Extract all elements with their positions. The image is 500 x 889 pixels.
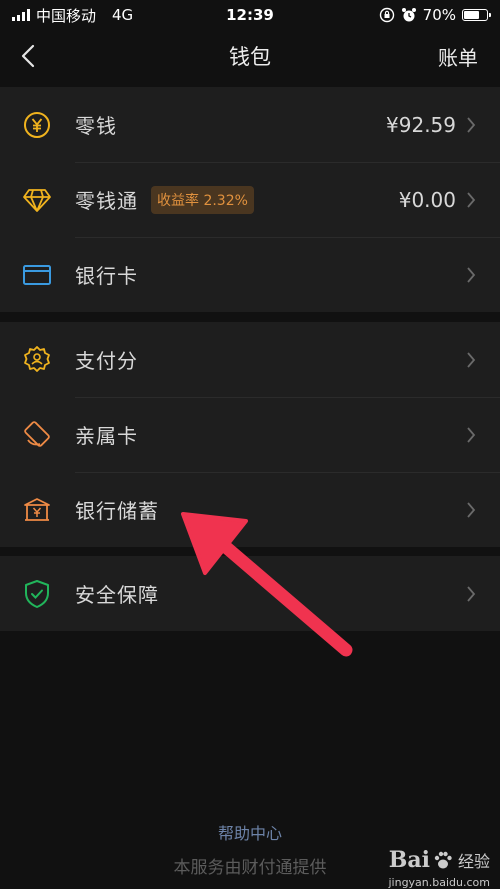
row-label: 银行卡: [75, 264, 138, 288]
row-label: 支付分: [75, 349, 138, 373]
card-icon: [22, 260, 52, 290]
row-bank-card[interactable]: 银行卡: [0, 237, 500, 312]
baidu-watermark: Bai 经验: [389, 847, 490, 873]
chevron-right-icon: [466, 500, 480, 520]
row-security[interactable]: 安全保障: [0, 556, 500, 631]
diamond-icon: [22, 185, 52, 215]
status-left: 中国移动 4G: [12, 5, 133, 26]
battery-fill: [464, 11, 480, 19]
nav-bar: 钱包 账单: [0, 30, 500, 82]
row-bank-savings[interactable]: 银行储蓄: [0, 472, 500, 547]
back-button[interactable]: [14, 42, 42, 70]
row-change-pass[interactable]: 零钱通 收益率 2.32% ¥0.00: [0, 162, 500, 237]
row-value: ¥92.59: [386, 112, 456, 137]
row-pay-score[interactable]: 支付分: [0, 322, 500, 397]
row-value: ¥0.00: [398, 187, 456, 212]
network-type: 4G: [112, 6, 134, 24]
row-label: 零钱通: [75, 189, 138, 213]
bank-savings-icon: [22, 495, 52, 525]
row-label: 亲属卡: [75, 424, 138, 448]
row-label: 安全保障: [75, 583, 159, 607]
paw-icon: [434, 851, 452, 869]
watermark-brand: Bai: [388, 847, 430, 873]
page-title: 钱包: [229, 45, 271, 69]
wallet-group-services: 支付分 亲属卡 银行储蓄: [0, 322, 500, 547]
status-bar: 中国移动 4G 12:39 70%: [0, 0, 500, 30]
chevron-right-icon: [466, 190, 480, 210]
row-label: 银行储蓄: [75, 499, 159, 523]
chevron-left-icon: [21, 44, 35, 68]
rotation-lock-icon: [379, 7, 394, 23]
family-card-icon: [22, 420, 52, 450]
status-right: 70%: [379, 6, 491, 24]
chevron-right-icon: [466, 115, 480, 135]
carrier-name: 中国移动: [36, 6, 97, 25]
yuan-coin-icon: [22, 110, 52, 140]
chevron-right-icon: [466, 265, 480, 285]
watermark-suffix: 经验: [457, 852, 490, 871]
battery-percent: 70%: [422, 6, 456, 24]
chevron-right-icon: [466, 350, 480, 370]
chevron-right-icon: [466, 425, 480, 445]
wallet-group-security: 安全保障: [0, 556, 500, 631]
row-label: 零钱: [75, 114, 117, 138]
row-change[interactable]: 零钱 ¥92.59: [0, 87, 500, 162]
signal-icon: [12, 9, 30, 21]
help-center-link[interactable]: 帮助中心: [0, 820, 500, 844]
battery-icon: [462, 9, 491, 21]
wallet-group-balance: 零钱 ¥92.59 零钱通 收益率 2.32% ¥0.00 银行卡: [0, 87, 500, 312]
row-family-card[interactable]: 亲属卡: [0, 397, 500, 472]
score-badge-icon: [22, 345, 52, 375]
bill-button[interactable]: 账单: [438, 42, 478, 71]
yield-badge: 收益率 2.32%: [151, 185, 254, 214]
chevron-right-icon: [466, 584, 480, 604]
shield-check-icon: [22, 579, 52, 609]
alarm-icon: [401, 8, 416, 22]
watermark-url: jingyan.baidu.com: [388, 876, 490, 889]
